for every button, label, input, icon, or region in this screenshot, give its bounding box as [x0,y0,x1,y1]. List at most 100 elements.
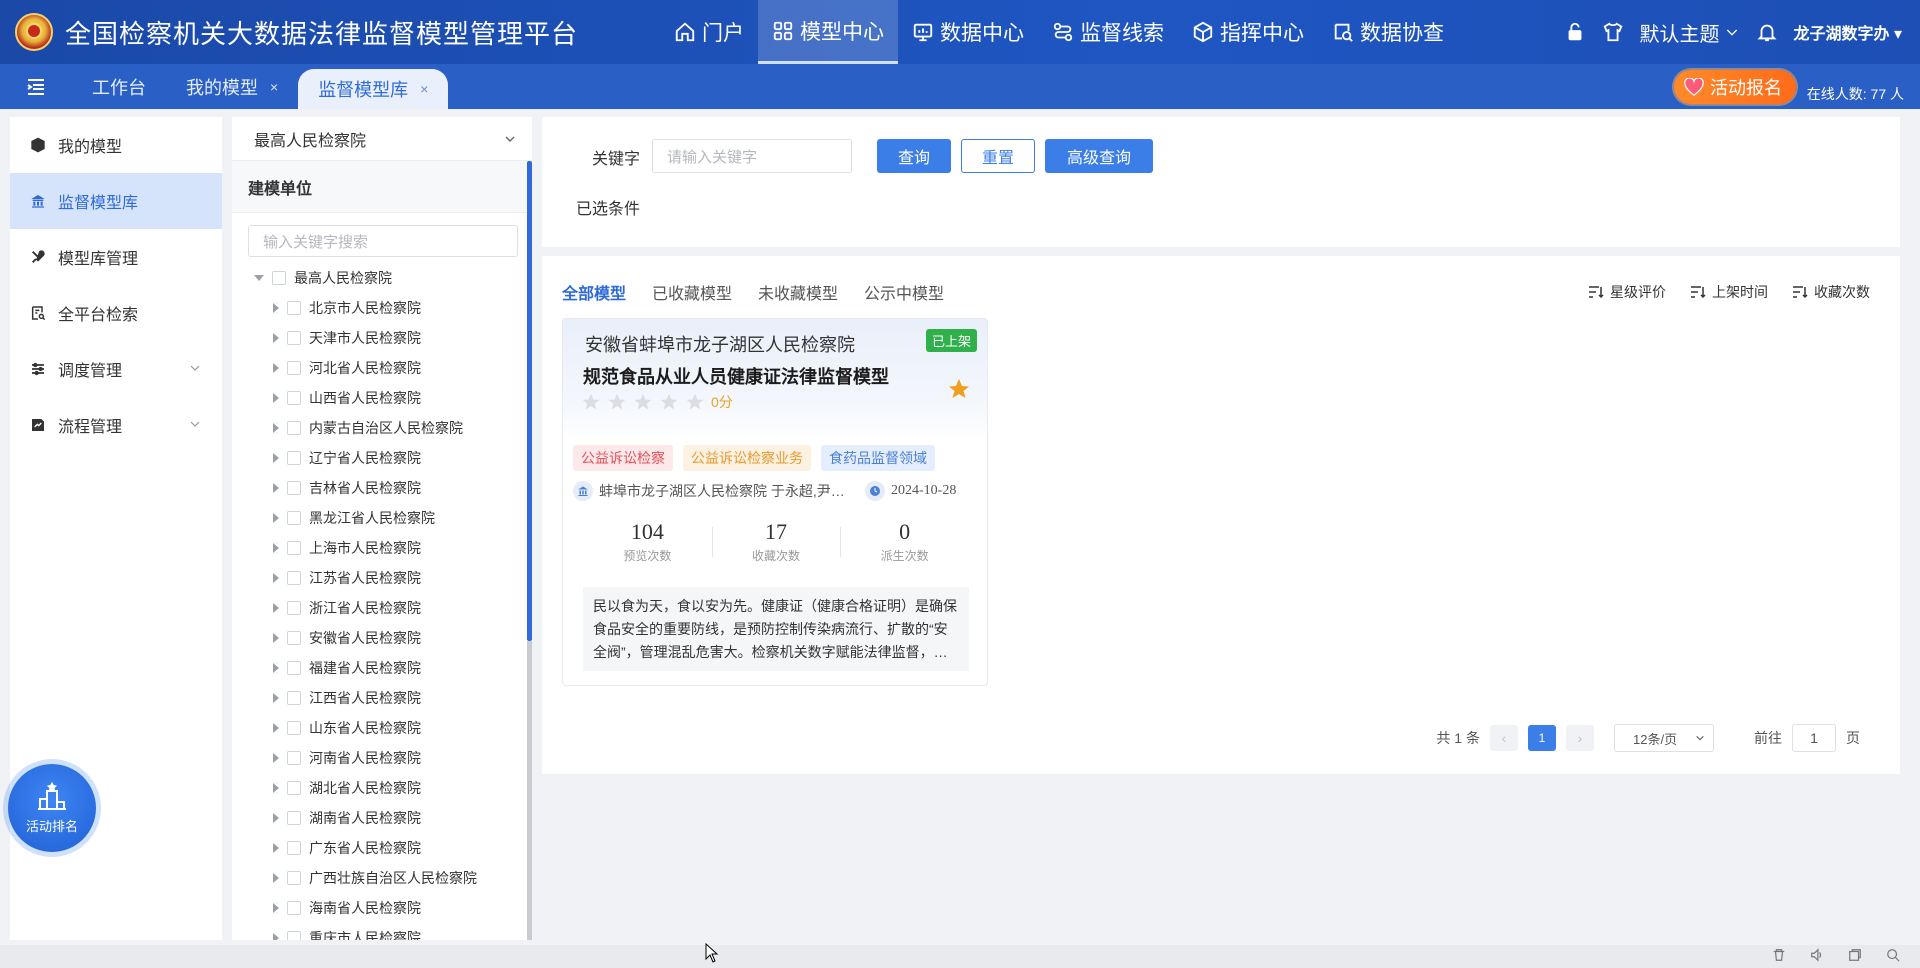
shirt-theme-icon[interactable] [1602,21,1624,43]
expand-arrow-icon[interactable] [273,603,279,613]
tree-checkbox[interactable] [287,841,301,855]
sidebar-item-library-management[interactable]: 模型库管理 [10,229,222,285]
expand-arrow-icon[interactable] [273,693,279,703]
tree-node[interactable]: 上海市人民检察院 [232,533,532,563]
tree-node[interactable]: 山西省人民检察院 [232,383,532,413]
tree-checkbox[interactable] [287,331,301,345]
event-signup-button[interactable]: 活动报名 [1674,70,1796,104]
tree-node[interactable]: 湖南省人民检察院 [232,803,532,833]
tab-supervision-model-library[interactable]: 监督模型库 × [298,69,449,109]
nav-command-center[interactable]: 指挥中心 [1178,0,1318,64]
card-title[interactable]: 规范食品从业人员健康证法律监督模型 [583,363,889,389]
tab-public-models[interactable]: 公示中模型 [864,280,944,304]
tree-node[interactable]: 安徽省人民检察院 [232,623,532,653]
activity-ranking-button[interactable]: 活动排名 [8,764,96,852]
nav-data-assist[interactable]: 数据协查 [1318,0,1458,64]
tree-checkbox[interactable] [287,781,301,795]
tree-node[interactable]: 江苏省人民检察院 [232,563,532,593]
tree-search-input[interactable]: 输入关键字搜索 [248,225,518,257]
expand-arrow-icon[interactable] [273,303,279,313]
expand-arrow-icon[interactable] [273,423,279,433]
nav-supervision-clues[interactable]: 监督线索 [1038,0,1178,64]
nav-model-center[interactable]: 模型中心 [758,0,898,64]
tree-checkbox[interactable] [287,631,301,645]
goto-page-input[interactable]: 1 [1792,724,1836,752]
tree-node[interactable]: 湖北省人民检察院 [232,773,532,803]
keyword-input[interactable]: 请输入关键字 [652,139,852,173]
expand-arrow-icon[interactable] [254,275,264,281]
tree-node[interactable]: 内蒙古自治区人民检察院 [232,413,532,443]
tree-node[interactable]: 山东省人民检察院 [232,713,532,743]
tab-favorited-models[interactable]: 已收藏模型 [652,280,732,304]
tab-all-models[interactable]: 全部模型 [562,280,626,304]
tree-checkbox[interactable] [287,811,301,825]
tree-checkbox[interactable] [287,511,301,525]
expand-arrow-icon[interactable] [273,873,279,883]
sidebar-item-supervision-model-library[interactable]: 监督模型库 [10,173,222,229]
search-icon[interactable] [1886,948,1900,962]
tab-workbench[interactable]: 工作台 [72,64,166,109]
expand-arrow-icon[interactable] [273,933,279,940]
nav-data-center[interactable]: 数据中心 [898,0,1038,64]
tree-node[interactable]: 广东省人民检察院 [232,833,532,863]
search-button[interactable]: 查询 [877,139,951,173]
tree-checkbox[interactable] [287,871,301,885]
tree-checkbox[interactable] [287,301,301,315]
tree-node[interactable]: 福建省人民检察院 [232,653,532,683]
tree-checkbox[interactable] [287,751,301,765]
tree-node[interactable]: 天津市人民检察院 [232,323,532,353]
tree-node[interactable]: 河北省人民检察院 [232,353,532,383]
tab-my-models[interactable]: 我的模型 × [166,64,298,109]
page-size-select[interactable]: 12条/页 [1614,724,1714,752]
sidebar-item-process-management[interactable]: 流程管理 [10,397,222,453]
tree-checkbox[interactable] [287,691,301,705]
next-page-button[interactable]: › [1566,725,1594,751]
expand-arrow-icon[interactable] [273,783,279,793]
tree-scrollbar-track[interactable] [527,641,532,940]
tree-checkbox[interactable] [287,601,301,615]
org-select[interactable]: 最高人民检察院 [232,117,532,161]
tree-node[interactable]: 辽宁省人民检察院 [232,443,532,473]
expand-arrow-icon[interactable] [273,633,279,643]
tree-checkbox[interactable] [287,451,301,465]
expand-arrow-icon[interactable] [273,483,279,493]
tree-checkbox[interactable] [287,541,301,555]
tree-node[interactable]: 江西省人民检察院 [232,683,532,713]
tree-node[interactable]: 广西壮族自治区人民检察院 [232,863,532,893]
tree-checkbox[interactable] [287,661,301,675]
reset-button[interactable]: 重置 [961,139,1035,173]
expand-arrow-icon[interactable] [273,903,279,913]
lock-icon[interactable] [1564,21,1586,43]
tree-node[interactable]: 河南省人民检察院 [232,743,532,773]
sort-by-listing-time[interactable]: 上架时间 [1690,282,1768,302]
menu-collapse-button[interactable] [0,64,72,109]
page-button-current[interactable]: 1 [1528,725,1556,751]
user-menu[interactable]: 龙子湖数字办 ▾ [1794,20,1903,44]
sidebar-item-dispatch-management[interactable]: 调度管理 [10,341,222,397]
tree-checkbox[interactable] [287,721,301,735]
tab-close-icon[interactable]: × [270,79,278,95]
tree-node[interactable]: 黑龙江省人民检察院 [232,503,532,533]
tree-node[interactable]: 浙江省人民检察院 [232,593,532,623]
tree-scrollbar-thumb[interactable] [527,161,532,641]
trash-icon[interactable] [1772,948,1786,962]
prev-page-button[interactable]: ‹ [1490,725,1518,751]
tree-node-root[interactable]: 最高人民检察院 [232,263,532,293]
expand-arrow-icon[interactable] [273,723,279,733]
tree-node[interactable]: 吉林省人民检察院 [232,473,532,503]
bell-icon[interactable] [1756,21,1778,43]
tree-checkbox[interactable] [287,901,301,915]
tab-close-icon[interactable]: × [420,81,428,97]
expand-arrow-icon[interactable] [273,453,279,463]
chevron-down-icon[interactable] [1724,24,1740,40]
window-icon[interactable] [1848,948,1862,962]
tree-checkbox[interactable] [287,421,301,435]
expand-arrow-icon[interactable] [273,663,279,673]
expand-arrow-icon[interactable] [273,813,279,823]
tree-node[interactable]: 北京市人民检察院 [232,293,532,323]
expand-arrow-icon[interactable] [273,543,279,553]
sidebar-item-platform-search[interactable]: 全平台检索 [10,285,222,341]
tree-checkbox[interactable] [287,391,301,405]
tab-unfavorited-models[interactable]: 未收藏模型 [758,280,838,304]
expand-arrow-icon[interactable] [273,363,279,373]
